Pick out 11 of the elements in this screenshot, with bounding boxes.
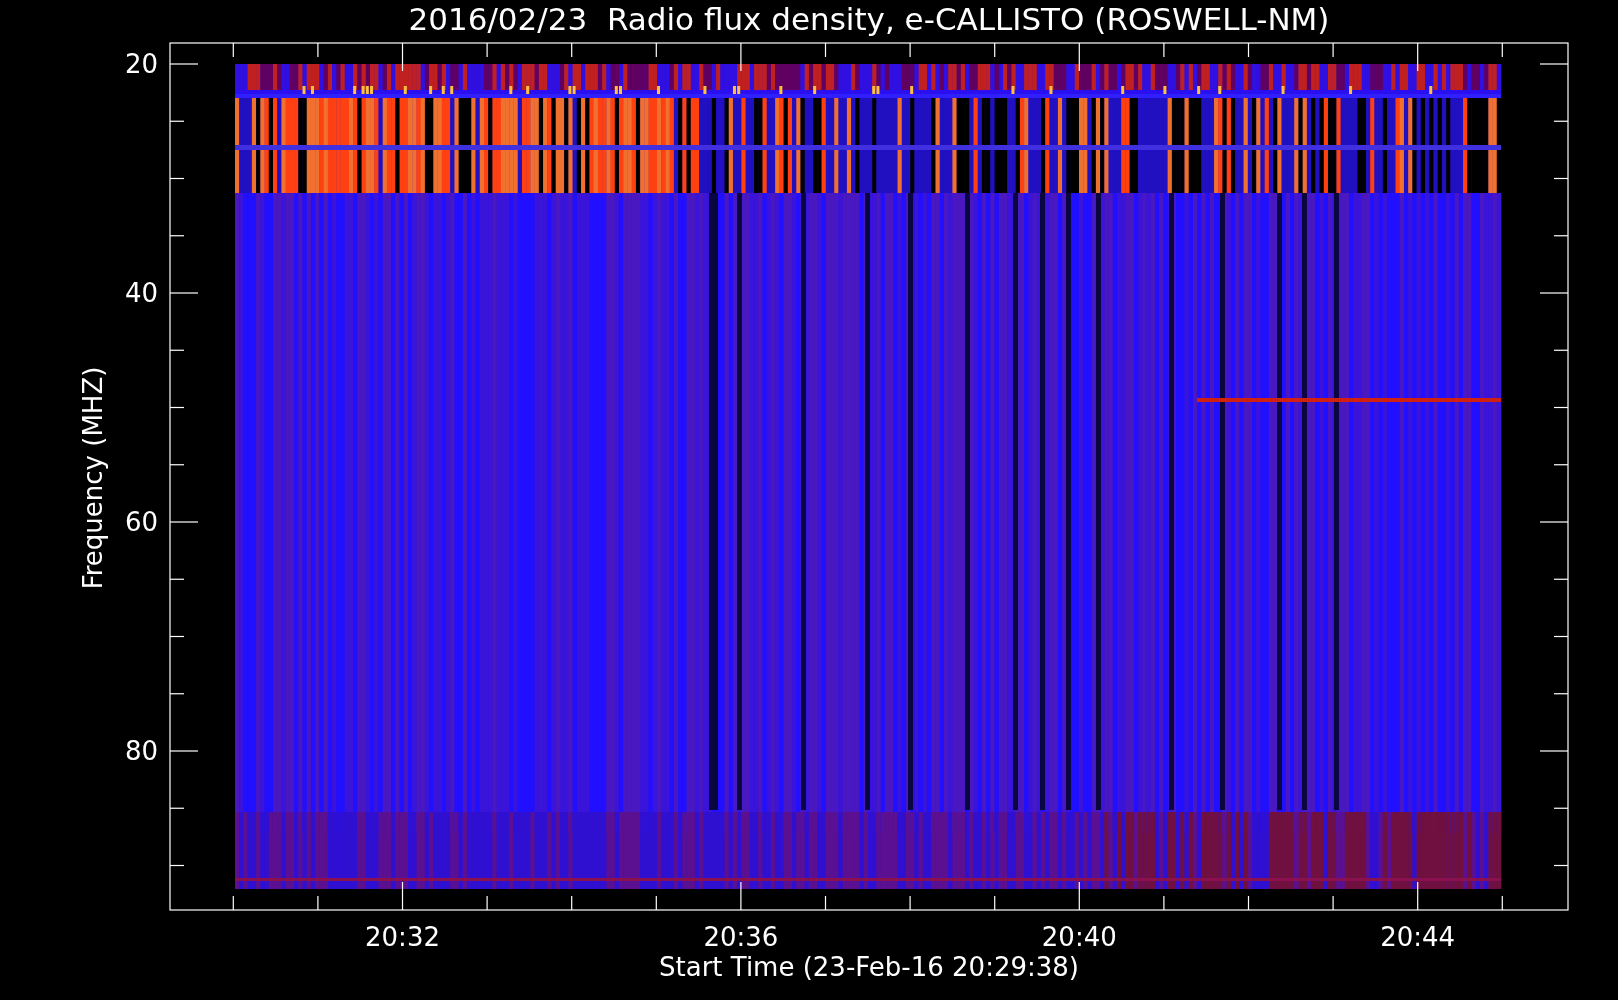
y-tick-label: 80 bbox=[124, 736, 158, 766]
y-axis-label: Frequency (MHZ) bbox=[78, 366, 108, 590]
y-tick-label: 40 bbox=[124, 278, 158, 308]
y-tick-label: 20 bbox=[124, 49, 158, 79]
x-tick-label: 20:44 bbox=[1380, 922, 1456, 952]
x-tick-label: 20:40 bbox=[1041, 922, 1117, 952]
chart-title: 2016/02/23 Radio flux density, e-CALLISTO (ROSWELL-NM) bbox=[408, 1, 1330, 37]
y-tick-label: 60 bbox=[124, 507, 158, 537]
x-tick-label: 20:32 bbox=[365, 922, 440, 952]
x-tick-label: 20:36 bbox=[703, 922, 779, 952]
x-axis-label: Start Time (23-Feb-16 20:29:38) bbox=[659, 952, 1079, 982]
